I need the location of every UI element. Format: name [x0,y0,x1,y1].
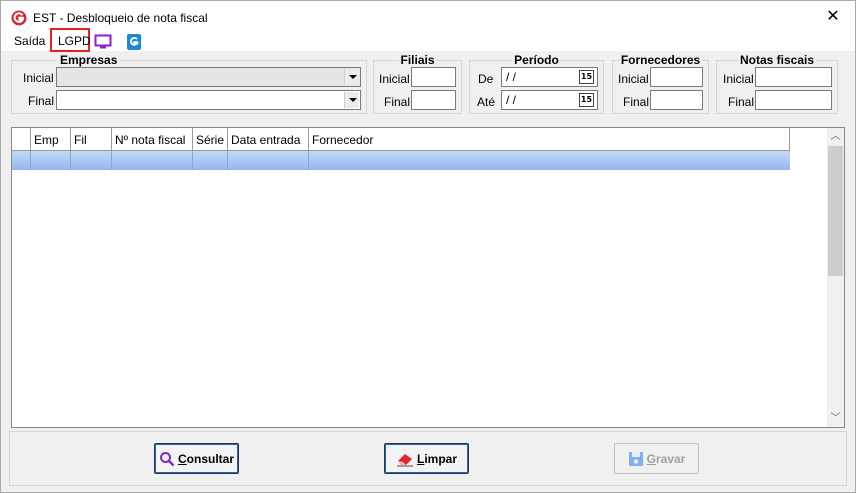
app-window: EST - Desbloqueio de nota fiscal ✕ Saída… [0,0,856,493]
grid-header: Emp Fil Nº nota fiscal Série Data entrad… [12,128,790,151]
empresas-inicial-combo[interactable] [56,67,361,87]
scroll-up-icon[interactable]: ︿ [827,128,844,145]
row-indicator [12,151,31,170]
eraser-icon [396,453,413,466]
gravar-label: Gravar [646,451,686,466]
calendar-icon[interactable]: 15 [579,70,594,84]
gravar-button[interactable]: Gravar [614,443,699,474]
cell-serie[interactable] [193,151,228,170]
results-grid[interactable]: Emp Fil Nº nota fiscal Série Data entrad… [11,127,845,428]
periodo-ate-input[interactable]: / / 15 [501,90,598,110]
col-header-nota[interactable]: Nº nota fiscal [112,128,193,150]
periodo-title: Período [512,53,561,67]
cell-fornecedor[interactable] [309,151,790,170]
save-icon [628,451,643,466]
empresas-final-combo[interactable] [56,90,361,110]
col-header-fil[interactable]: Fil [71,128,112,150]
col-header-emp[interactable]: Emp [31,128,71,150]
app-logo-icon [11,10,27,26]
filiais-title: Filiais [398,53,437,67]
g-app-icon[interactable] [125,33,143,51]
fornecedores-title: Fornecedores [618,53,703,67]
notas-final-label: Final [728,95,755,109]
fornecedores-inicial-label: Inicial [618,72,649,86]
periodo-ate-label: Até [477,95,496,109]
fornecedores-inicial-input[interactable] [650,67,703,87]
limpar-button[interactable]: Limpar [384,443,469,474]
title-bar: EST - Desbloqueio de nota fiscal ✕ [1,1,855,32]
periodo-de-input[interactable]: / / 15 [501,67,598,87]
scroll-thumb[interactable] [828,146,843,276]
periodo-de-label: De [478,72,494,86]
calendar-icon[interactable]: 15 [579,93,594,107]
col-header-fornecedor[interactable]: Fornecedor [309,128,790,150]
empresas-title: Empresas [58,53,120,67]
fornecedores-final-label: Final [623,95,650,109]
empresas-inicial-label: Inicial [23,71,54,85]
table-row[interactable] [12,151,790,170]
cell-emp[interactable] [31,151,71,170]
limpar-label: Limpar [416,451,458,466]
chevron-down-icon[interactable] [344,69,359,85]
consultar-button[interactable]: Consultar [154,443,239,474]
chevron-down-icon[interactable] [344,92,359,108]
filiais-final-input[interactable] [411,90,456,110]
notas-title: Notas fiscais [737,53,817,67]
window-title: EST - Desbloqueio de nota fiscal [33,11,208,25]
search-icon [159,451,175,466]
empresas-final-label: Final [28,94,55,108]
cell-fil[interactable] [71,151,112,170]
filiais-final-label: Final [384,95,411,109]
scroll-down-icon[interactable]: ﹀ [827,410,844,427]
col-header-data-entrada[interactable]: Data entrada [228,128,309,150]
monitor-icon[interactable] [94,33,112,51]
menu-saida[interactable]: Saída [14,34,45,48]
menu-lgpd[interactable]: LGPD [50,28,91,52]
grid-indicator-header [12,128,31,150]
notas-inicial-input[interactable] [755,67,832,87]
notas-final-input[interactable] [755,90,832,110]
cell-data-entrada[interactable] [228,151,309,170]
filiais-inicial-input[interactable] [411,67,456,87]
filiais-inicial-label: Inicial [379,72,410,86]
fornecedores-final-input[interactable] [650,90,703,110]
close-button[interactable]: ✕ [811,1,855,32]
menu-bar: Saída LGPD [1,28,855,52]
cell-nota[interactable] [112,151,193,170]
col-header-serie[interactable]: Série [193,128,228,150]
notas-inicial-label: Inicial [723,72,754,86]
consultar-label: Consultar [177,451,234,466]
vertical-scrollbar[interactable]: ︿ ﹀ [827,128,844,427]
